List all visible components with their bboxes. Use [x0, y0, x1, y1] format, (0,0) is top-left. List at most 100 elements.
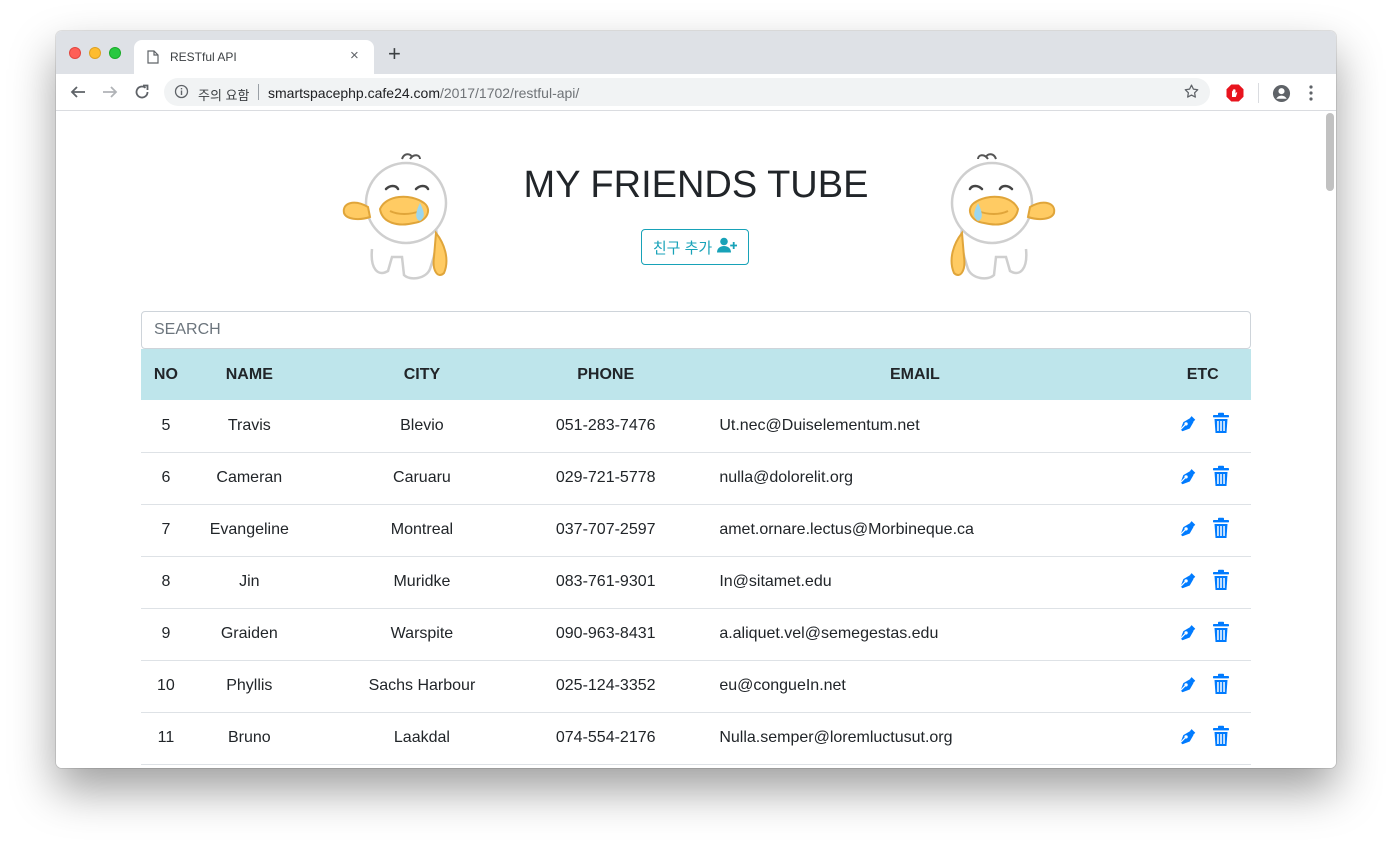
cell-actions: [1154, 556, 1251, 608]
row-actions: [1154, 673, 1251, 700]
cell-email: amet.ornare.lectus@Morbineque.ca: [719, 521, 974, 538]
cell-no: 9: [161, 625, 171, 642]
trash-icon[interactable]: [1212, 465, 1230, 492]
cell-actions: [1154, 608, 1251, 660]
cell-name: Bruno: [227, 729, 271, 746]
cell-actions: [1154, 400, 1251, 452]
cell-email: In@sitamet.edu: [719, 573, 832, 590]
friends-table: NO NAME CITY PHONE EMAIL ETC 5 Travis Bl…: [141, 349, 1251, 765]
cell-phone: 074-554-2176: [555, 729, 656, 746]
cell-no: 6: [161, 469, 171, 486]
minimize-window-button[interactable]: [89, 47, 101, 59]
reload-icon[interactable]: [131, 81, 153, 103]
pen-nib-icon[interactable]: [1176, 673, 1198, 700]
table-row: 7 Evangeline Montreal 037-707-2597 amet.…: [141, 504, 1251, 556]
tab-title: RESTful API: [170, 50, 237, 64]
url-host: smartspacephp.cafe24.com: [268, 85, 440, 101]
adblock-extension-icon[interactable]: [1226, 84, 1244, 107]
row-actions: [1154, 621, 1251, 648]
cell-email: eu@congueIn.net: [719, 677, 846, 694]
cell-email: Nulla.semper@loremluctusut.org: [719, 729, 953, 746]
cell-name: Evangeline: [209, 521, 289, 538]
table-row: 6 Cameran Caruaru 029-721-5778 nulla@dol…: [141, 452, 1251, 504]
tab-strip: RESTful API × +: [56, 31, 1336, 74]
security-warning-label: 주의 요함: [198, 88, 250, 103]
table-row: 8 Jin Muridke 083-761-9301 In@sitamet.ed…: [141, 556, 1251, 608]
table-row: 11 Bruno Laakdal 074-554-2176 Nulla.semp…: [141, 712, 1251, 764]
cell-no: 7: [161, 521, 171, 538]
trash-icon[interactable]: [1212, 621, 1230, 648]
cell-no: 5: [161, 416, 171, 434]
add-friend-button[interactable]: 친구 추가: [641, 229, 749, 265]
address-bar[interactable]: 주의 요함 smartspacephp.cafe24.com/2017/1702…: [164, 78, 1210, 106]
cell-no: 10: [157, 677, 175, 694]
trash-icon[interactable]: [1212, 517, 1230, 544]
cell-city: Muridke: [393, 573, 451, 590]
pen-nib-icon[interactable]: [1176, 465, 1198, 492]
browser-tab[interactable]: RESTful API ×: [134, 40, 374, 74]
column-header-email: EMAIL: [889, 365, 940, 383]
trash-icon[interactable]: [1212, 412, 1230, 439]
close-window-button[interactable]: [69, 47, 81, 59]
cell-no: 11: [157, 729, 175, 746]
back-icon[interactable]: [67, 81, 89, 103]
cell-city: Montreal: [390, 521, 454, 538]
search-input[interactable]: [141, 311, 1251, 349]
info-icon[interactable]: [174, 84, 189, 104]
cell-name: Travis: [227, 416, 271, 434]
browser-window: RESTful API × + 주의 요함 smartspacephp.cafe…: [56, 31, 1336, 768]
document-icon: [147, 50, 159, 69]
pen-nib-icon[interactable]: [1176, 621, 1198, 648]
cell-city: Sachs Harbour: [368, 677, 476, 694]
column-header-name: NAME: [225, 365, 273, 383]
zoom-window-button[interactable]: [109, 47, 121, 59]
row-actions: [1154, 412, 1251, 439]
column-header-city: CITY: [403, 365, 441, 383]
row-actions: [1154, 465, 1251, 492]
trash-icon[interactable]: [1212, 725, 1230, 752]
cell-name: Graiden: [220, 625, 278, 642]
profile-icon[interactable]: [1272, 84, 1291, 108]
cell-phone: 090-963-8431: [555, 625, 656, 642]
table-row: 10 Phyllis Sachs Harbour 025-124-3352 eu…: [141, 660, 1251, 712]
cell-actions: [1154, 660, 1251, 712]
cell-name: Cameran: [216, 469, 283, 486]
column-header-phone: PHONE: [577, 365, 635, 383]
bookmark-star-icon[interactable]: [1183, 83, 1200, 105]
tab-close-button[interactable]: ×: [350, 48, 359, 64]
pen-nib-icon[interactable]: [1176, 569, 1198, 596]
pen-nib-icon[interactable]: [1176, 412, 1198, 439]
cell-name: Jin: [239, 573, 260, 590]
trash-icon[interactable]: [1212, 673, 1230, 700]
cell-phone: 037-707-2597: [555, 521, 656, 538]
trash-icon[interactable]: [1212, 569, 1230, 596]
table-header-row: NO NAME CITY PHONE EMAIL ETC: [141, 349, 1251, 400]
cell-phone: 051-283-7476: [555, 416, 656, 434]
cell-city: Warspite: [390, 625, 454, 642]
cell-city: Laakdal: [393, 729, 450, 746]
user-plus-icon: [717, 237, 738, 257]
kebab-menu-icon[interactable]: [1308, 84, 1314, 107]
pen-nib-icon[interactable]: [1176, 725, 1198, 752]
cell-actions: [1154, 452, 1251, 504]
cell-city: Blevio: [400, 416, 444, 434]
toolbar-divider: [1258, 83, 1259, 103]
cell-phone: 083-761-9301: [555, 573, 656, 590]
row-actions: [1154, 517, 1251, 544]
cell-email: Ut.nec@Duiselementum.net: [719, 416, 920, 434]
cell-actions: [1154, 504, 1251, 556]
cell-email: nulla@dolorelit.org: [719, 469, 853, 486]
address-divider: [258, 84, 259, 100]
column-header-no: NO: [153, 365, 178, 383]
url-text[interactable]: smartspacephp.cafe24.com/2017/1702/restf…: [268, 85, 579, 101]
cell-no: 8: [161, 573, 171, 590]
row-actions: [1154, 569, 1251, 596]
table-row: 5 Travis Blevio 051-283-7476 Ut.nec@Duis…: [141, 400, 1251, 452]
new-tab-button[interactable]: +: [388, 43, 401, 65]
cell-phone: 025-124-3352: [555, 677, 656, 694]
cell-actions: [1154, 712, 1251, 764]
pen-nib-icon[interactable]: [1176, 517, 1198, 544]
cell-city: Caruaru: [393, 469, 451, 486]
cell-email: a.aliquet.vel@semegestas.edu: [719, 625, 939, 642]
forward-icon[interactable]: [99, 81, 121, 103]
